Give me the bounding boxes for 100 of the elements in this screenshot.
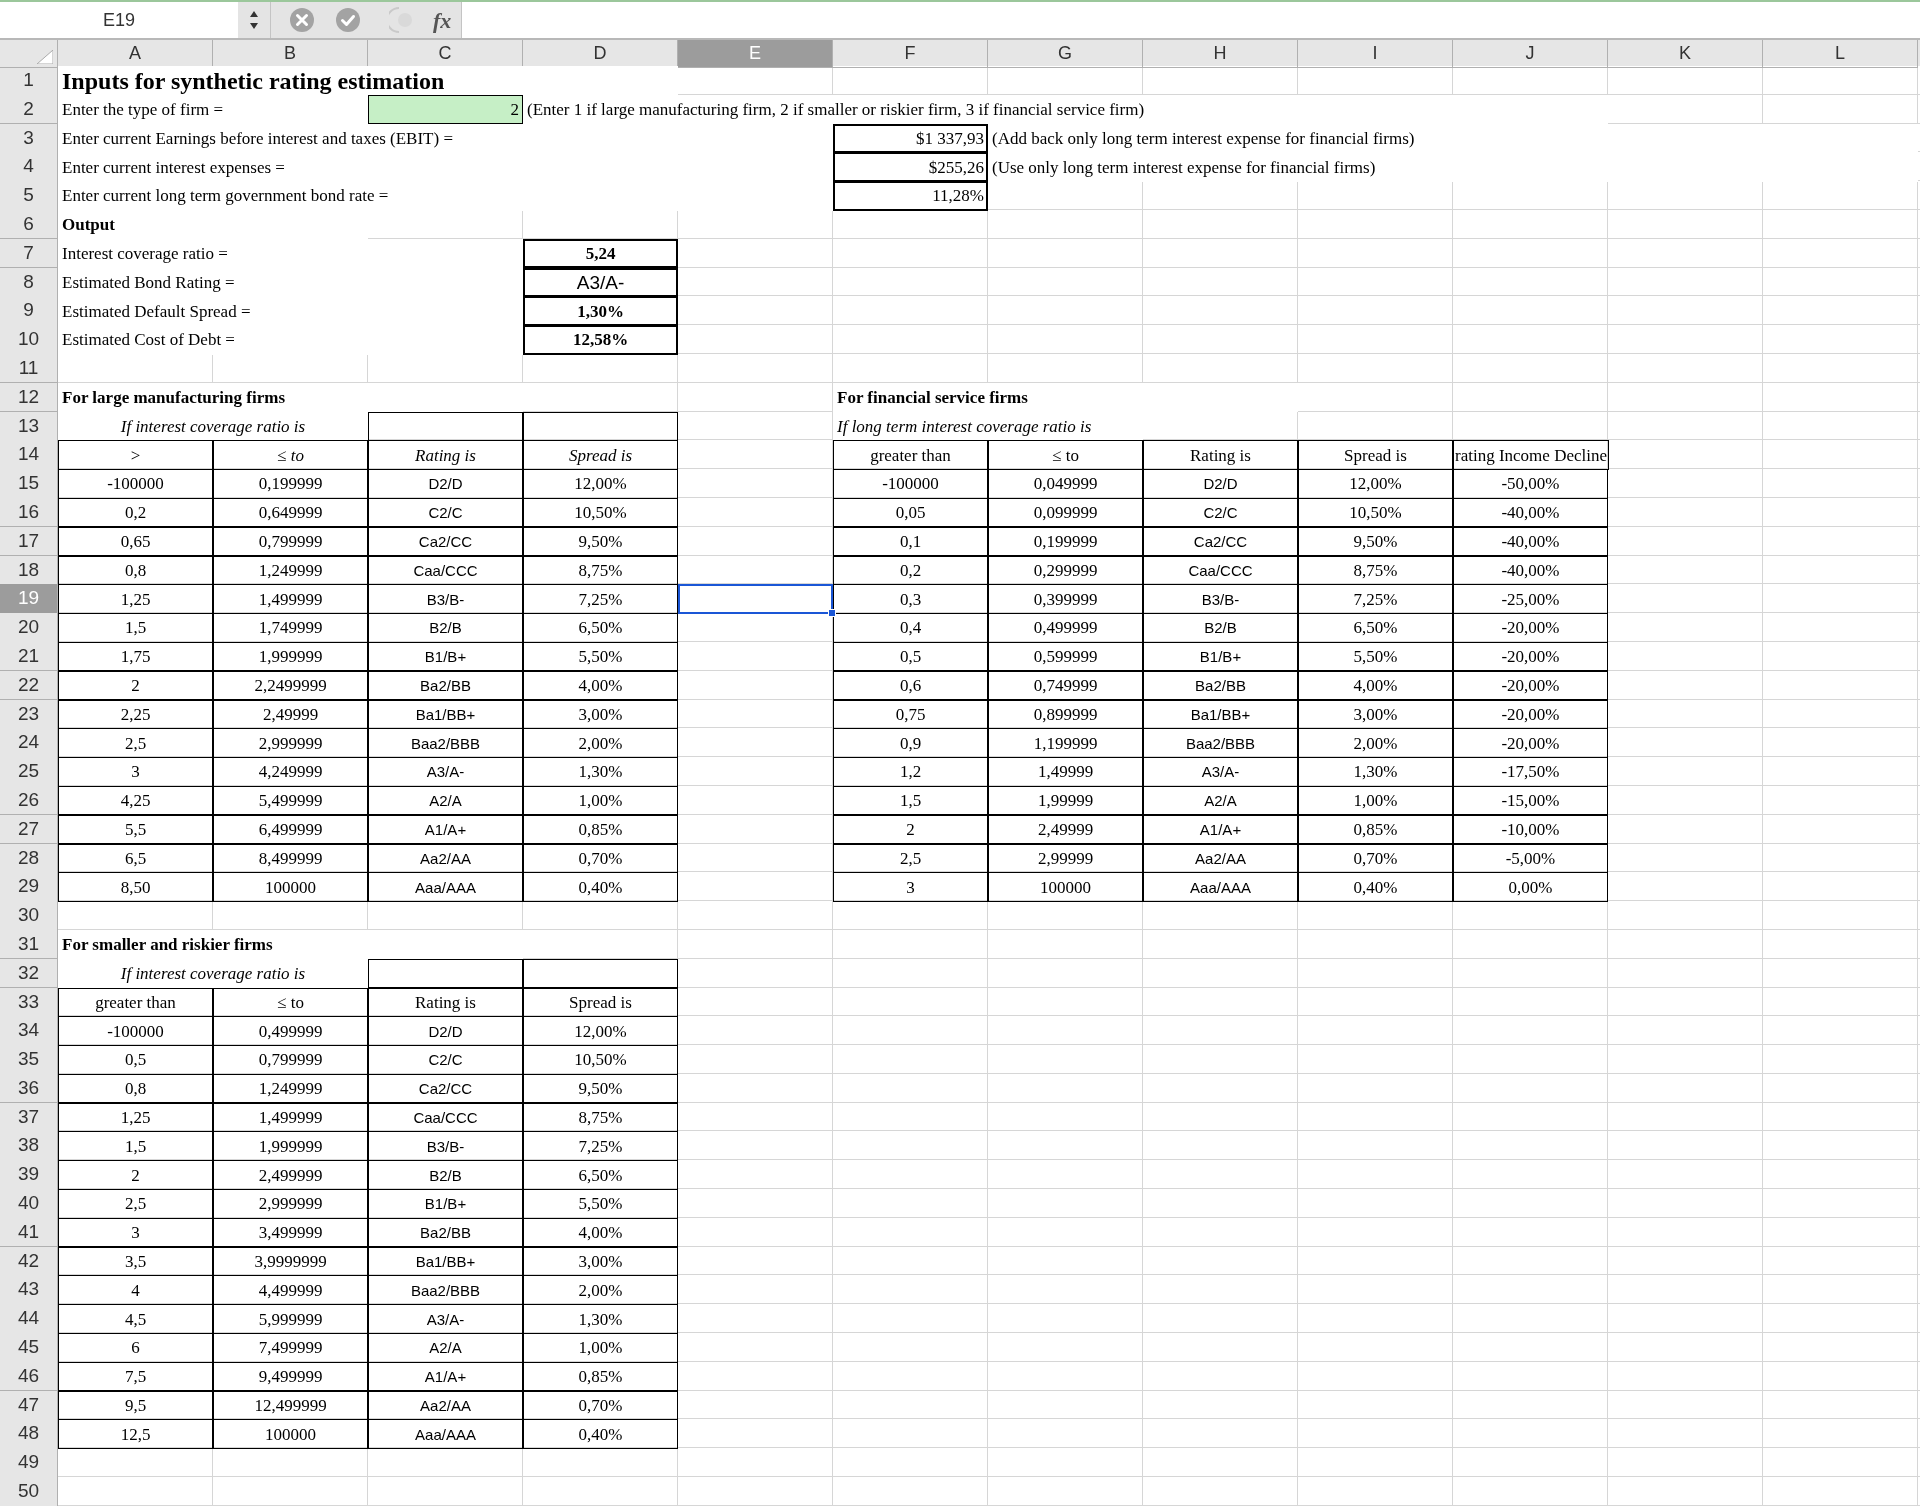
row-header[interactable]: 17 [0,526,58,557]
input-label: Enter the type of firm = [58,94,368,125]
row-header[interactable]: 16 [0,497,58,528]
row-header[interactable]: 24 [0,728,58,758]
row-header[interactable]: 8 [0,267,58,298]
table-cell: 5,999999 [213,1304,368,1334]
row-header[interactable]: 27 [0,814,58,845]
output-value: 1,30% [523,296,678,326]
row-header[interactable]: 43 [0,1275,58,1305]
stepper-icon[interactable] [248,9,260,31]
row-header[interactable]: 48 [0,1419,58,1449]
table-cell: 1,00% [523,785,678,816]
table-cell: 3,9999999 [213,1246,368,1277]
table-cell: 9,499999 [213,1361,368,1392]
row-header[interactable]: 11 [0,353,58,384]
table-cell: 1,30% [523,757,678,787]
row-header[interactable]: 6 [0,210,58,240]
table-cell: 2,25 [58,699,213,730]
column-header[interactable]: I [1298,40,1453,68]
row-header[interactable]: 20 [0,613,58,643]
row-header[interactable]: 39 [0,1160,58,1190]
row-header[interactable]: 18 [0,555,58,586]
row-header[interactable]: 38 [0,1131,58,1161]
column-header[interactable]: L [1763,40,1918,68]
table-cell: B2/B [368,613,523,643]
table-cell: Baa2/BBB [1143,728,1298,758]
row-header[interactable]: 37 [0,1102,58,1133]
row-header[interactable]: 23 [0,699,58,730]
column-header[interactable]: J [1453,40,1608,68]
row-header[interactable]: 42 [0,1246,58,1277]
confirm-icon[interactable] [335,7,361,33]
table-cell: -10,00% [1453,814,1608,845]
row-header[interactable]: 12 [0,382,58,413]
row-header[interactable]: 5 [0,181,58,211]
table-cell: D2/D [368,1016,523,1046]
table-cell: 0,05 [833,497,988,528]
table-cell: 0,9 [833,728,988,758]
output-value: 12,58% [523,325,678,355]
table-cell: Ba2/BB [1143,670,1298,701]
firm-type-input[interactable]: 2 [368,94,523,125]
row-header[interactable]: 10 [0,325,58,355]
row-header[interactable]: 49 [0,1448,58,1478]
fill-handle[interactable] [828,608,836,617]
row-header[interactable]: 44 [0,1304,58,1334]
table-cell: -100000 [833,469,988,499]
table-cell: 2,49999 [213,699,368,730]
row-header[interactable]: 2 [0,94,58,125]
table-cell: 1,5 [58,613,213,643]
column-header[interactable]: G [988,40,1143,68]
name-box[interactable]: E19 [0,2,238,38]
row-header[interactable]: 3 [0,123,58,154]
row-header[interactable]: 22 [0,670,58,701]
table-cell: B1/B+ [1143,641,1298,672]
row-header[interactable]: 31 [0,929,58,960]
column-header[interactable]: K [1608,40,1763,68]
row-header[interactable]: 30 [0,901,58,931]
row-header[interactable]: 4 [0,152,58,182]
row-header[interactable]: 21 [0,641,58,672]
row-header[interactable]: 35 [0,1045,58,1075]
row-header[interactable]: 41 [0,1217,58,1248]
cancel-icon[interactable] [289,7,315,33]
row-header[interactable]: 47 [0,1390,58,1421]
table-cell: 3,00% [523,699,678,730]
row-header[interactable]: 50 [0,1477,58,1506]
row-header[interactable]: 28 [0,843,58,873]
table-cell: 0,049999 [988,469,1143,499]
table-cell: 2 [58,670,213,701]
row-header[interactable]: 34 [0,1016,58,1046]
column-header-cell: Rating is [1143,440,1298,470]
row-header[interactable]: 46 [0,1361,58,1392]
table-cell: 1,249999 [213,1073,368,1104]
input-label: Enter current Earnings before interest and taxes (EBIT) = [58,123,833,154]
row-header[interactable]: 14 [0,440,58,470]
row-header[interactable]: 33 [0,987,58,1017]
row-header[interactable]: 32 [0,958,58,989]
row-header[interactable]: 36 [0,1073,58,1104]
row-header[interactable]: 9 [0,296,58,326]
function-button[interactable]: fx [433,3,462,37]
row-header[interactable]: 7 [0,238,58,269]
table-cell: 4,00% [523,1217,678,1248]
table-cell: 6,50% [523,1160,678,1190]
row-header[interactable]: 13 [0,411,58,442]
row-header[interactable]: 15 [0,469,58,499]
table-cell: 0,40% [523,872,678,902]
row-header[interactable]: 26 [0,785,58,816]
row-header[interactable]: 45 [0,1333,58,1363]
table-cell: 1,75 [58,641,213,672]
table-cell: 0,399999 [988,584,1143,614]
column-header[interactable]: H [1143,40,1298,68]
table-cell: C2/C [368,1045,523,1075]
row-header[interactable]: 25 [0,757,58,787]
row-header[interactable]: 29 [0,872,58,902]
table-cell: -5,00% [1453,843,1608,873]
row-header[interactable]: 1 [0,66,58,96]
formula-input[interactable] [461,2,1920,38]
row-header[interactable]: 40 [0,1189,58,1219]
table-cell: 5,50% [523,641,678,672]
column-header[interactable]: F [833,40,988,68]
table-cell: 2 [58,1160,213,1190]
selected-cell[interactable] [678,584,833,614]
